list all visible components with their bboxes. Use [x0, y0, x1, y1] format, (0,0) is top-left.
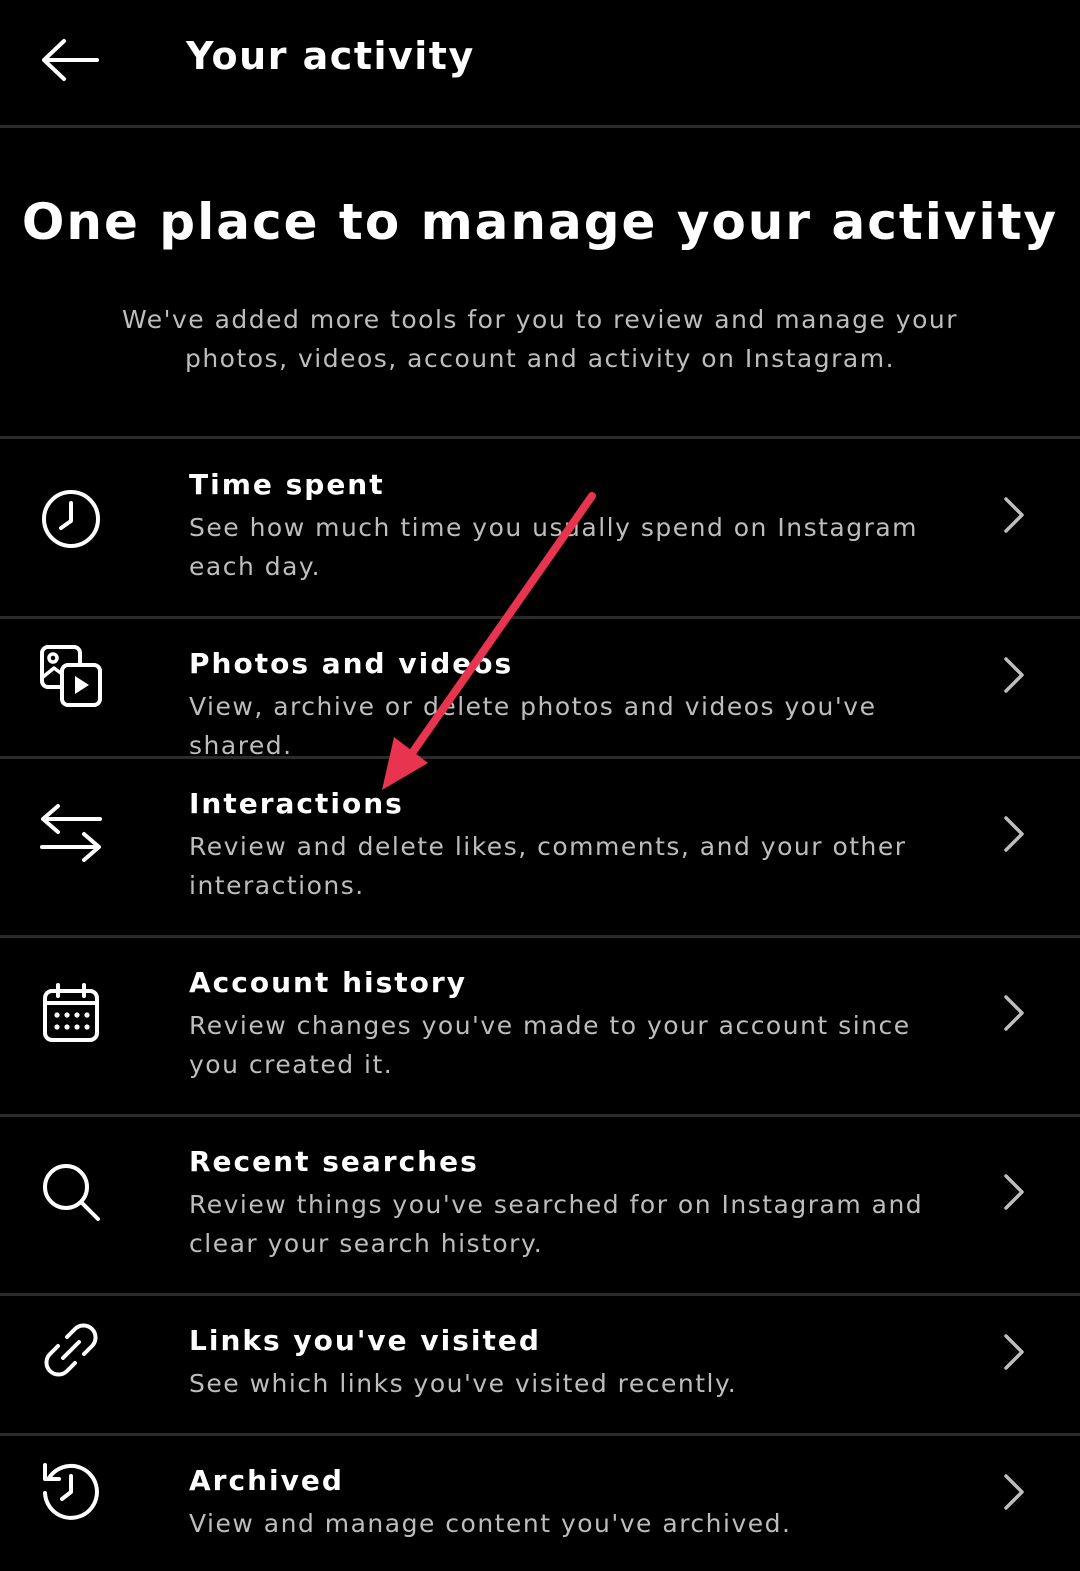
clock-icon [38, 486, 104, 552]
calendar-icon [38, 980, 104, 1046]
chevron-right-icon [994, 804, 1034, 864]
menu-item-description: Review changes you've made to your accou… [189, 1011, 911, 1079]
menu-item-recent-searches[interactable]: Recent searches Review things you've sea… [0, 1117, 1080, 1296]
menu-item-time-spent[interactable]: Time spent See how much time you usually… [0, 439, 1080, 619]
menu-item-description: View and manage content you've archived. [189, 1509, 792, 1538]
menu-item-photos-and-videos[interactable]: Photos and videos View, archive or delet… [0, 619, 1080, 760]
menu-item-description: See which links you've visited recently. [189, 1369, 738, 1398]
search-icon [38, 1159, 104, 1225]
photos-videos-icon [38, 643, 104, 709]
menu-item-title: Photos and videos [189, 647, 514, 680]
top-bar: Your activity [0, 0, 1080, 128]
arrow-left-icon [42, 39, 99, 81]
menu-item-description: Review things you've searched for on Ins… [189, 1190, 924, 1258]
chevron-right-icon [994, 485, 1034, 545]
menu-item-title: Recent searches [189, 1145, 479, 1178]
menu-item-description: See how much time you usually spend on I… [189, 513, 919, 581]
intro-section: One place to manage your activity We've … [0, 128, 1080, 439]
chevron-right-icon [994, 983, 1034, 1043]
back-button[interactable] [30, 22, 110, 98]
menu-item-title: Time spent [189, 468, 385, 501]
menu-item-links-visited[interactable]: Links you've visited See which links you… [0, 1296, 1080, 1436]
chevron-right-icon [994, 1162, 1034, 1222]
archive-history-icon [38, 1457, 104, 1523]
interactions-arrows-icon [38, 800, 104, 866]
chevron-right-icon [994, 1322, 1034, 1382]
menu-item-archived[interactable]: Archived View and manage content you've … [0, 1436, 1080, 1571]
menu-item-title: Account history [189, 966, 467, 999]
menu-item-description: Review and delete likes, comments, and y… [189, 832, 907, 900]
link-icon [38, 1317, 104, 1383]
menu-item-title: Interactions [189, 787, 404, 820]
page-title: Your activity [186, 34, 475, 78]
menu-item-interactions[interactable]: Interactions Review and delete likes, co… [0, 759, 1080, 938]
menu-item-description: View, archive or delete photos and video… [189, 692, 877, 760]
intro-heading: One place to manage your activity [21, 193, 1059, 251]
chevron-right-icon [994, 1462, 1034, 1522]
intro-description: We've added more tools for you to review… [121, 305, 958, 373]
menu-item-title: Links you've visited [189, 1324, 541, 1357]
chevron-right-icon [994, 645, 1034, 705]
menu-item-title: Archived [189, 1464, 344, 1497]
menu-item-account-history[interactable]: Account history Review changes you've ma… [0, 938, 1080, 1117]
